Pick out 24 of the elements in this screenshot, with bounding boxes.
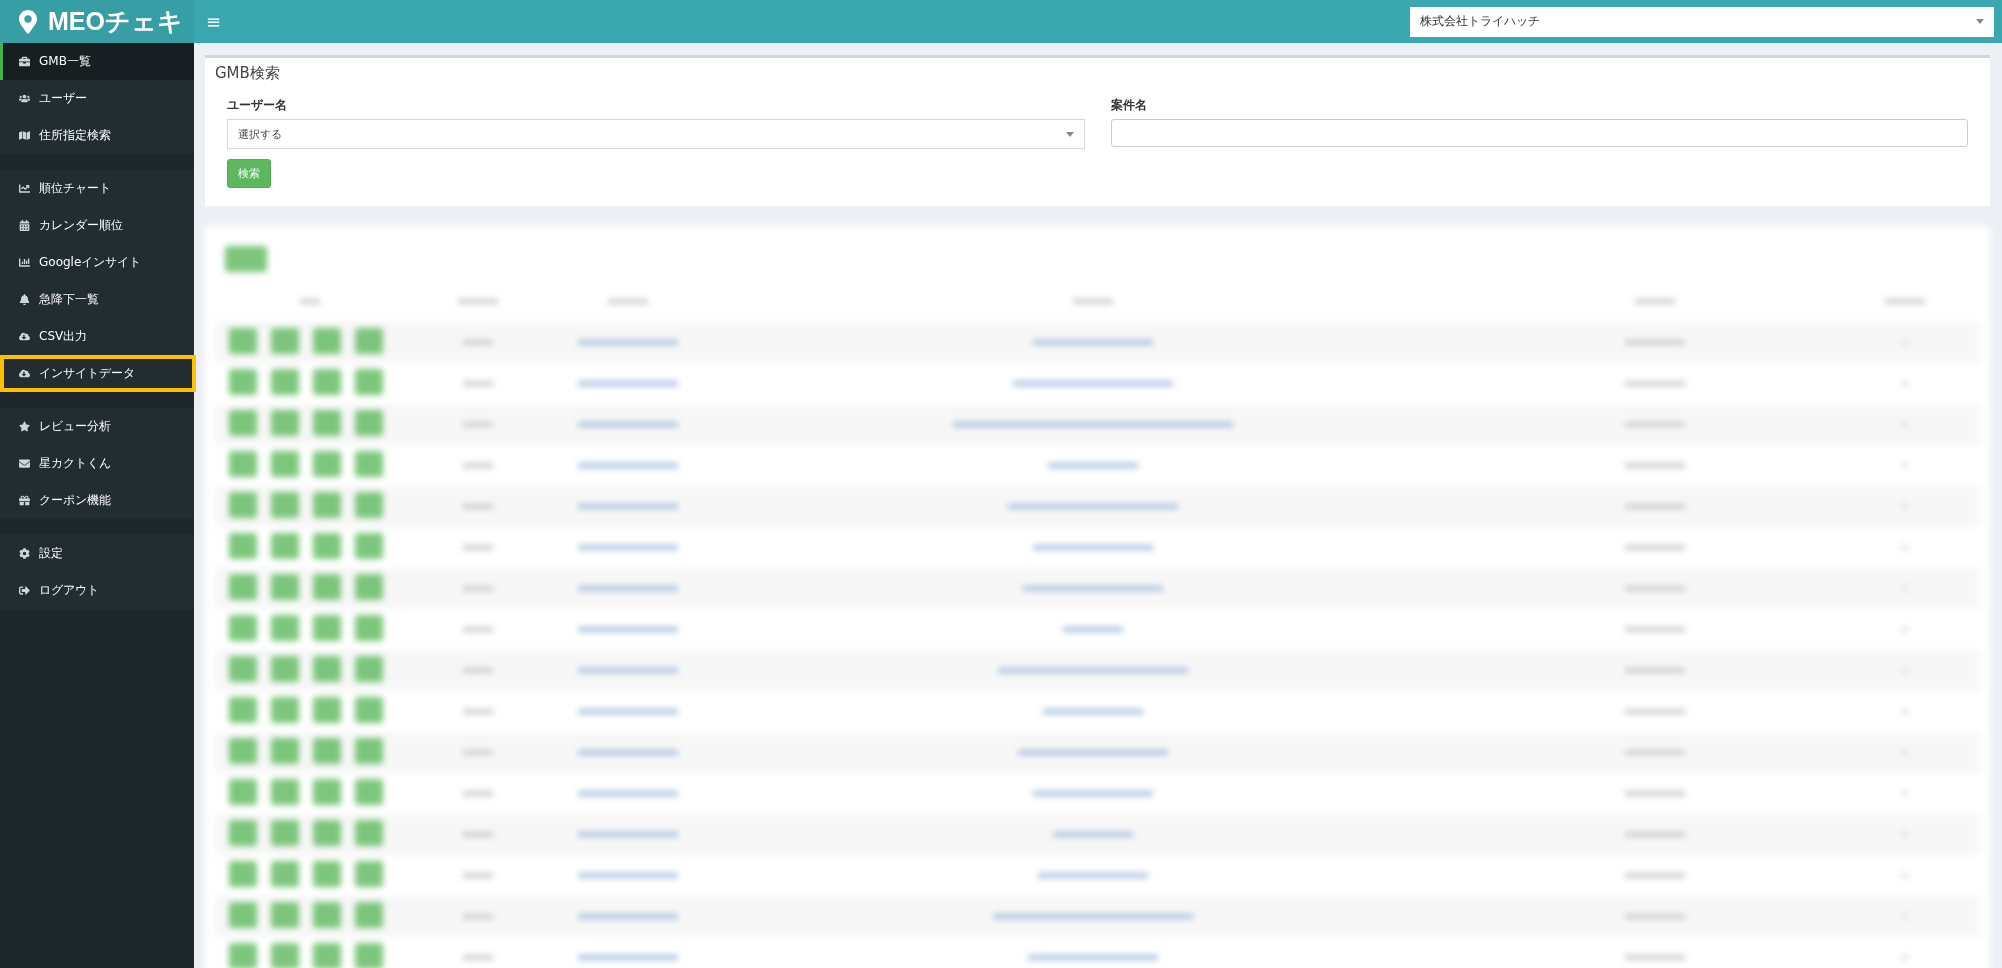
menu-item-icon — [19, 130, 30, 141]
menu-item-icon — [19, 458, 30, 469]
menu-item-icon — [19, 294, 30, 305]
sidebar-item[interactable]: インサイトデータ — [0, 355, 196, 392]
menu-item-icon — [19, 368, 30, 379]
menu-item-icon — [19, 220, 30, 231]
caret-icon — [1065, 131, 1074, 137]
field-label: 案件名 — [1110, 97, 1148, 114]
sidebar-item[interactable]: GMB一覧 — [0, 43, 194, 80]
menu-item-icon — [19, 331, 30, 342]
menu-item-icon — [19, 56, 30, 67]
caret-icon — [1976, 19, 1984, 24]
menu-item-icon — [19, 421, 30, 432]
menu-item-icon — [19, 183, 30, 194]
menu-item-icon — [19, 495, 30, 506]
user-select[interactable]: 選択する — [227, 119, 1085, 149]
field-label: ユーザー名 — [227, 97, 288, 114]
menu-item-icon — [19, 548, 30, 559]
company-select[interactable]: 株式会社トライハッチ — [1410, 6, 1994, 37]
menu-item-icon — [19, 585, 30, 596]
card-title: GMB検索 — [215, 64, 281, 83]
input-field[interactable] — [1110, 119, 1968, 147]
menu-item-icon — [19, 93, 30, 104]
menu-item-icon — [19, 257, 30, 268]
